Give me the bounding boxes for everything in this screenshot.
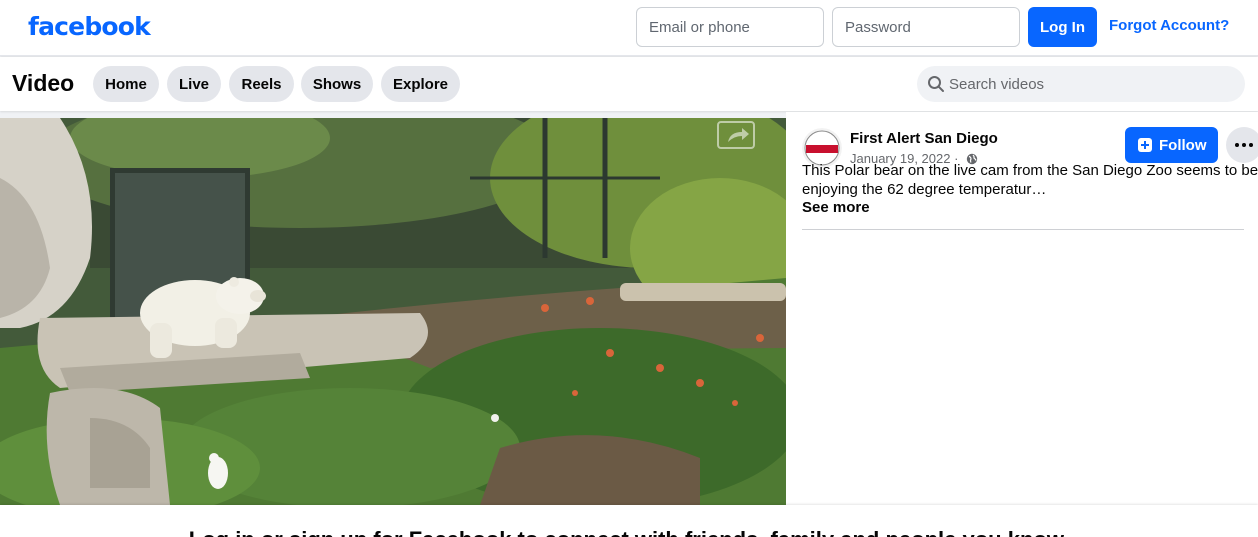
password-field[interactable] [832,7,1020,47]
add-page-icon [1138,138,1152,152]
email-field[interactable] [636,7,824,47]
follow-button[interactable]: Follow [1125,127,1218,163]
caption-line: This Polar bear on the live cam from the… [802,162,1258,179]
tab-explore[interactable]: Explore [381,66,460,102]
signup-prompt-heading: Log in or sign up for Facebook to connec… [0,527,1258,537]
see-more-link[interactable]: See more [802,199,870,216]
search-icon [928,76,944,92]
post-caption: This Polar bear on the live cam from the… [802,161,1258,199]
top-navigation-bar: facebook Log In Forgot Account? [0,0,1258,56]
ellipsis-icon [1235,143,1253,147]
tab-shows[interactable]: Shows [301,66,373,102]
share-icon[interactable] [716,120,756,150]
more-options-button[interactable] [1226,127,1258,163]
follow-label: Follow [1159,137,1207,154]
page-title: Video [12,70,75,96]
search-videos-input[interactable] [949,66,1239,102]
login-button[interactable]: Log In [1028,7,1097,47]
post-details-panel: First Alert San Diego January 19, 2022 ·… [786,112,1258,505]
facebook-logo[interactable]: facebook [28,12,151,41]
tab-home[interactable]: Home [93,66,159,102]
video-player[interactable] [0,118,786,505]
video-frame-image [0,118,786,505]
tab-live[interactable]: Live [167,66,221,102]
search-videos-box[interactable] [917,66,1245,102]
divider [802,229,1244,230]
tab-reels[interactable]: Reels [229,66,294,102]
caption-line: enjoying the 62 degree temperatur… [802,181,1047,198]
page-name[interactable]: First Alert San Diego [850,130,998,147]
video-navigation-bar: Video Home Live Reels Shows Explore [0,57,1258,111]
forgot-account-link[interactable]: Forgot Account? [1109,17,1229,34]
login-prompt-panel: Log in or sign up for Facebook to connec… [0,505,1258,537]
